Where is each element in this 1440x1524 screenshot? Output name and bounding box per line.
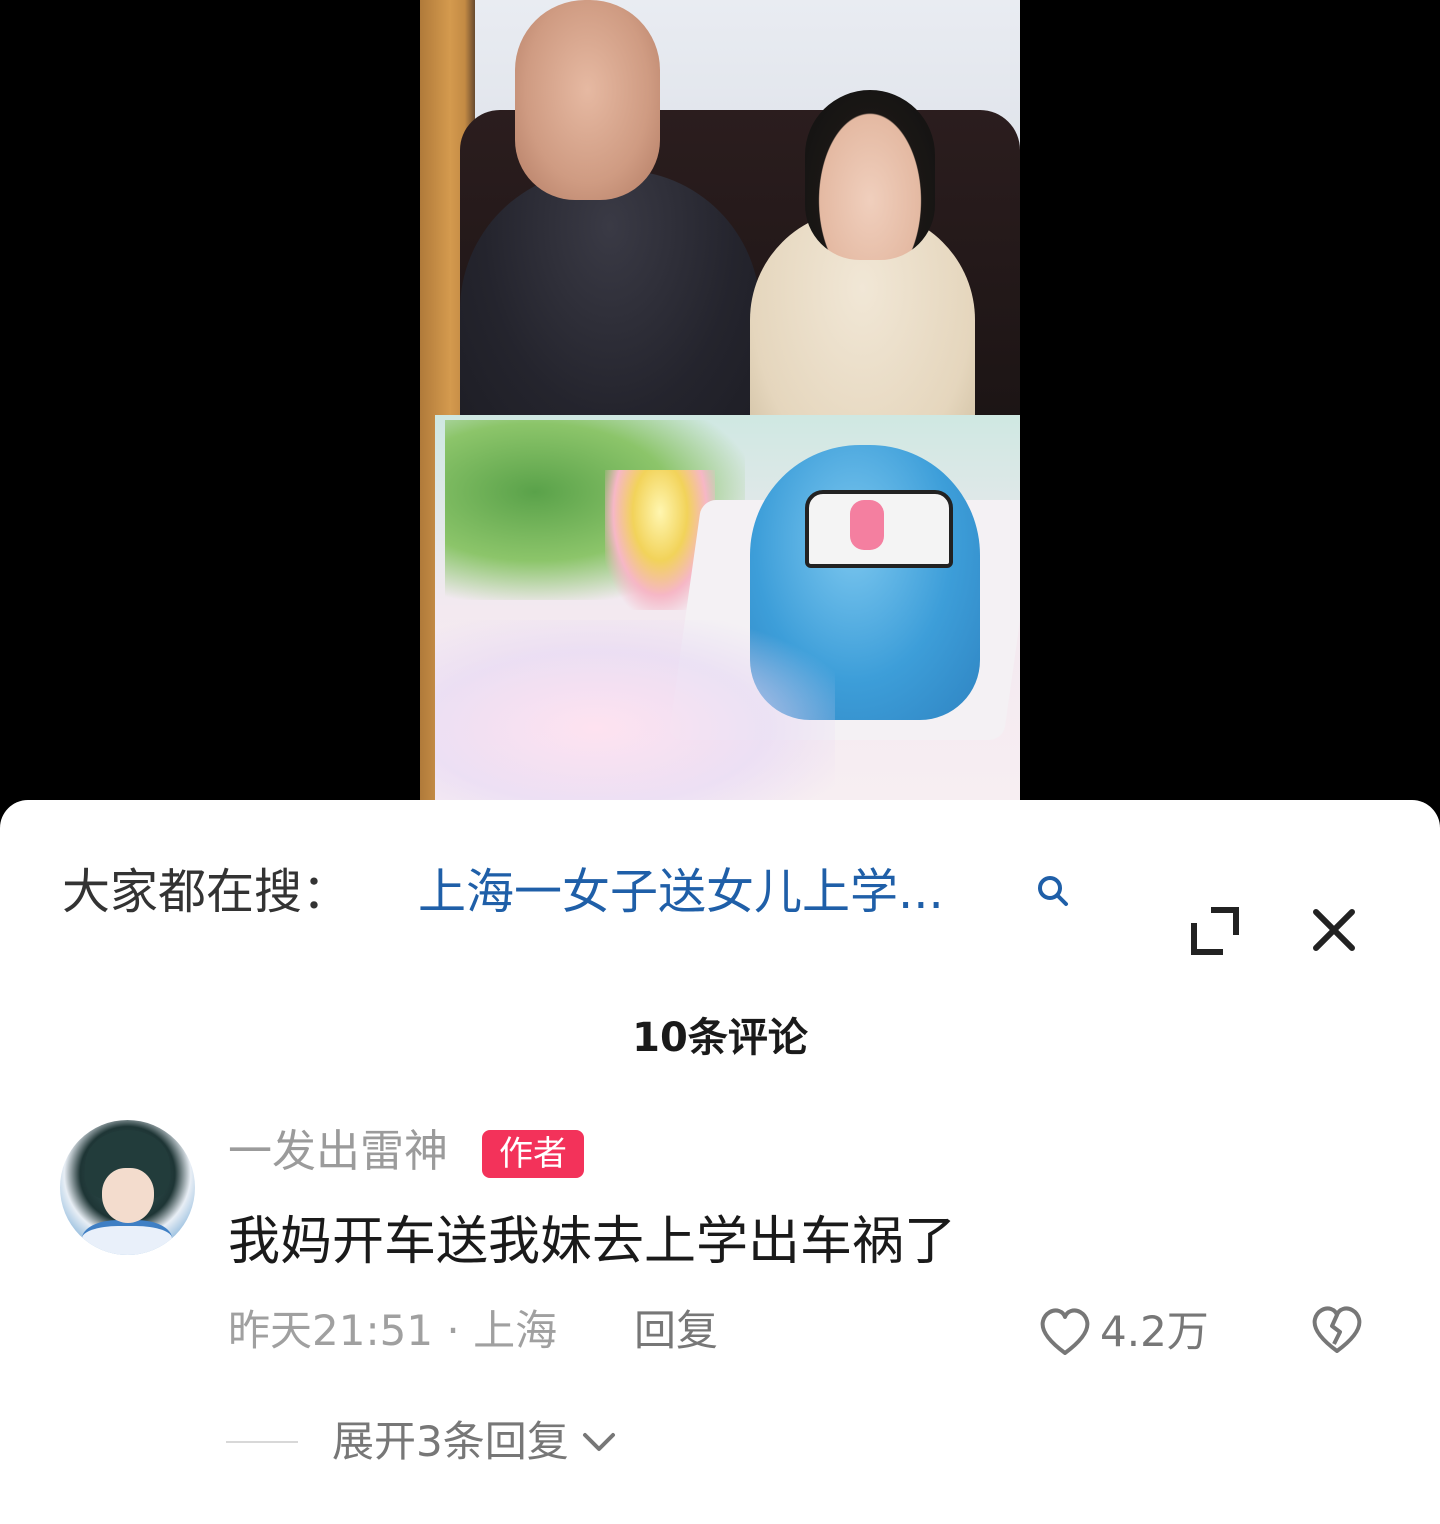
video-player[interactable] xyxy=(0,0,1440,830)
video-scene-candle xyxy=(850,500,884,550)
comment-text[interactable]: 我妈开车送我妹去上学出车祸了 xyxy=(228,1206,956,1278)
avatar-collar xyxy=(82,1220,172,1255)
video-scene-man xyxy=(460,170,760,450)
close-icon[interactable] xyxy=(1310,906,1358,954)
replies-divider xyxy=(226,1441,298,1443)
avatar[interactable] xyxy=(60,1120,195,1255)
comment-meta: 昨天21:51 · 上海 xyxy=(228,1306,558,1355)
video-scene-child-head xyxy=(805,90,935,260)
reply-button[interactable]: 回复 xyxy=(634,1300,718,1362)
avatar-face xyxy=(102,1168,154,1223)
video-scene-man-head xyxy=(515,0,660,200)
comment-count-title: 10条评论 xyxy=(632,1015,808,1061)
comments-sheet: 大家都在搜： 上海一女子送女儿上学... 10条评论 一发出雷神 作者 我妈开车… xyxy=(0,800,1440,1524)
video-scene-glow xyxy=(435,620,835,800)
heart-icon[interactable] xyxy=(1038,1307,1092,1357)
broken-heart-icon[interactable] xyxy=(1310,1304,1364,1356)
like-count: 4.2万 xyxy=(1100,1307,1209,1356)
chevron-down-icon xyxy=(582,1433,615,1451)
expand-icon[interactable] xyxy=(1188,904,1242,958)
trending-search-prefix: 大家都在搜： xyxy=(62,864,351,920)
search-icon[interactable] xyxy=(1036,874,1070,908)
video-frame[interactable] xyxy=(420,0,1020,800)
trending-search-query-link[interactable]: 上海一女子送女儿上学... xyxy=(418,860,1018,924)
author-badge: 作者 xyxy=(482,1130,584,1178)
like-button[interactable]: 4.2万 xyxy=(1038,1302,1209,1362)
comment-username[interactable]: 一发出雷神 xyxy=(228,1120,448,1184)
trending-search-row[interactable]: 大家都在搜： 上海一女子送女儿上学... xyxy=(0,852,1440,955)
expand-replies-button[interactable]: 展开3条回复 xyxy=(226,1412,619,1472)
expand-replies-label: 展开3条回复 xyxy=(332,1417,569,1466)
